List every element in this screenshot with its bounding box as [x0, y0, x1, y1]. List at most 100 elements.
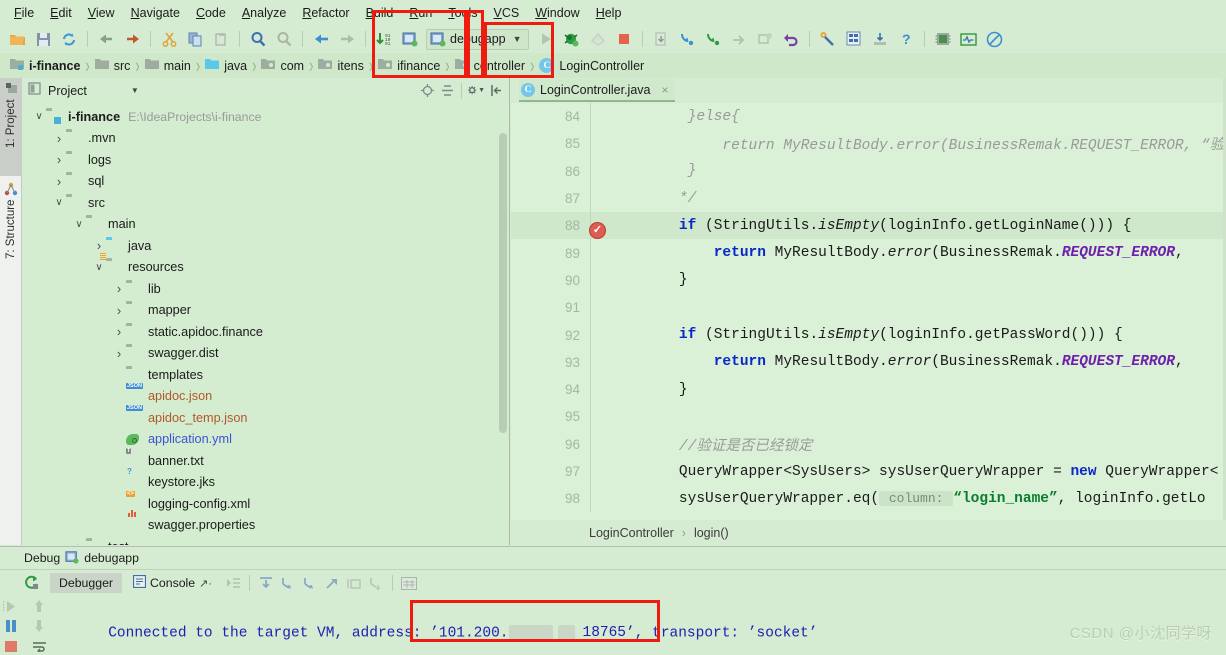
chevron-down-icon[interactable]	[72, 219, 86, 230]
step-into-icon[interactable]	[278, 573, 298, 593]
menu-item-build[interactable]: Build	[358, 4, 402, 22]
tree-node-src[interactable]: src	[22, 192, 509, 214]
tree-node-java[interactable]: java	[22, 235, 509, 257]
breadcrumb-item-java[interactable]: java	[203, 58, 249, 73]
menu-item-refactor[interactable]: Refactor	[294, 4, 357, 22]
undo-icon[interactable]	[95, 28, 117, 50]
menu-item-help[interactable]: Help	[588, 4, 630, 22]
run-icon[interactable]	[535, 28, 557, 50]
run-config-icon[interactable]	[399, 28, 421, 50]
fold-gutter[interactable]	[590, 457, 608, 486]
force-step-into-icon[interactable]	[300, 573, 320, 593]
code-line[interactable]: 95	[511, 403, 1226, 431]
menu-item-code[interactable]: Code	[188, 4, 234, 22]
breadcrumb-item-logincontroller[interactable]: C LoginController	[537, 58, 646, 73]
code-line[interactable]: 86 }	[511, 157, 1226, 185]
stop-icon[interactable]	[613, 28, 635, 50]
menu-item-run[interactable]: Run	[401, 4, 440, 22]
chevron-right-icon[interactable]	[112, 281, 126, 296]
back-icon[interactable]	[310, 28, 332, 50]
sync-icon[interactable]	[58, 28, 80, 50]
deploy-icon[interactable]	[869, 28, 891, 50]
breadcrumb-item-controller[interactable]: controller	[453, 58, 527, 73]
fold-gutter[interactable]	[590, 239, 608, 267]
tree-node-test[interactable]: test	[22, 536, 509, 545]
show-execution-point-icon[interactable]	[223, 573, 243, 593]
run-to-cursor-icon[interactable]	[366, 573, 386, 593]
chevron-down-icon[interactable]	[52, 197, 66, 208]
fold-gutter[interactable]	[590, 430, 608, 458]
stop-icon[interactable]	[0, 636, 22, 655]
menu-item-vcs[interactable]: VCS	[486, 4, 528, 22]
evaluate-expression-icon[interactable]	[399, 573, 419, 593]
step-over-icon[interactable]	[256, 573, 276, 593]
replace-icon[interactable]	[273, 28, 295, 50]
run-configuration-selector[interactable]: debugapp ▼	[426, 28, 529, 50]
fold-gutter[interactable]	[590, 266, 608, 295]
pin-icon[interactable]: ↗·	[199, 577, 212, 590]
open-folder-icon[interactable]	[6, 28, 28, 50]
tree-node-main[interactable]: main	[22, 214, 509, 236]
tree-node-apidoc-json[interactable]: JSON apidoc.json	[22, 383, 509, 408]
redo-icon[interactable]	[121, 28, 143, 50]
code-line[interactable]: 93 return MyResultBody.error(BusinessRem…	[511, 348, 1226, 376]
collapse-all-icon[interactable]	[438, 82, 456, 100]
menu-item-navigate[interactable]: Navigate	[123, 4, 188, 22]
tree-node-banner-txt[interactable]: Tbanner.txt	[22, 447, 509, 472]
rollback-icon[interactable]	[780, 28, 802, 50]
tree-node-static-apidoc-finance[interactable]: static.apidoc.finance	[22, 321, 509, 343]
fold-gutter[interactable]	[590, 130, 608, 158]
tab-debugger[interactable]: Debugger	[50, 573, 123, 593]
tree-node-mapper[interactable]: mapper	[22, 300, 509, 322]
close-icon[interactable]: ×	[662, 83, 669, 97]
save-all-icon[interactable]	[32, 28, 54, 50]
chevron-down-icon[interactable]	[92, 262, 106, 273]
drop-frame-icon[interactable]	[344, 573, 364, 593]
disable-icon[interactable]	[984, 28, 1006, 50]
breadcrumb-item-i-finance[interactable]: i-finance	[8, 58, 82, 73]
code-line[interactable]: 98 sysUserQueryWrapper.eq( column: “logi…	[511, 485, 1226, 513]
soft-wrap-icon[interactable]	[28, 636, 50, 655]
rerun-icon[interactable]	[22, 573, 42, 593]
code-line[interactable]: 90 }	[511, 266, 1226, 295]
tree-node-resources[interactable]: resources	[22, 257, 509, 279]
update-app-icon[interactable]	[650, 28, 672, 50]
tree-node-logging-config-xml[interactable]: <> logging-config.xml	[22, 490, 509, 515]
code-line[interactable]: 92 if (StringUtils.isEmpty(loginInfo.get…	[511, 321, 1226, 349]
menu-item-analyze[interactable]: Analyze	[234, 4, 294, 22]
breadcrumb-class[interactable]: LoginController	[589, 526, 674, 540]
code-line[interactable]: 85 return MyResultBody.error(BusinessRem…	[511, 130, 1226, 158]
help-icon[interactable]: ?	[895, 28, 917, 50]
menu-item-tools[interactable]: Tools	[440, 4, 485, 22]
step-into-icon[interactable]	[676, 28, 698, 50]
step-over-icon[interactable]	[702, 28, 724, 50]
code-line[interactable]: 91	[511, 294, 1226, 322]
fold-gutter[interactable]	[590, 294, 608, 322]
scroll-down-icon[interactable]	[28, 616, 50, 636]
find-icon[interactable]	[247, 28, 269, 50]
sidebar-item-project[interactable]: 1: Project	[0, 78, 22, 176]
chevron-right-icon[interactable]	[92, 238, 106, 253]
breadcrumb-item-com[interactable]: com	[259, 58, 306, 73]
tree-node--mvn[interactable]: .mvn	[22, 128, 509, 150]
fold-gutter[interactable]	[590, 103, 608, 131]
fold-gutter[interactable]	[590, 348, 608, 376]
resume-icon[interactable]	[0, 596, 22, 616]
console-output[interactable]: Connected to the target VM, address: ’10…	[56, 601, 1226, 655]
tree-node-logs[interactable]: logs	[22, 149, 509, 171]
tree-node-apidoc-temp-json[interactable]: JSON apidoc_temp.json	[22, 404, 509, 429]
menu-item-edit[interactable]: Edit	[42, 4, 80, 22]
code-line[interactable]: 94 }	[511, 375, 1226, 404]
fold-gutter[interactable]	[590, 375, 608, 404]
chevron-right-icon[interactable]	[52, 152, 66, 167]
code-line[interactable]: 96 //验证是否已经锁定	[511, 430, 1226, 458]
cut-icon[interactable]	[158, 28, 180, 50]
locate-icon[interactable]	[418, 82, 436, 100]
settings-wrench-icon[interactable]	[817, 28, 839, 50]
mute-breakpoints-icon[interactable]	[754, 28, 776, 50]
scroll-up-icon[interactable]	[28, 596, 50, 616]
code-editor[interactable]: 84 }else{85 return MyResultBody.error(Bu…	[511, 103, 1226, 520]
fold-gutter[interactable]	[590, 485, 608, 513]
forward-icon[interactable]	[336, 28, 358, 50]
code-line[interactable]: 84 }else{	[511, 103, 1226, 131]
